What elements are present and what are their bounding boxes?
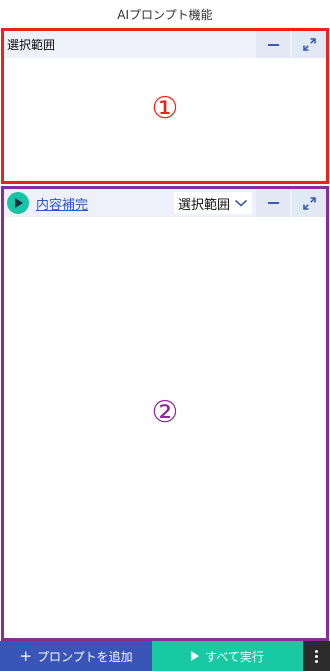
- minimize-button[interactable]: [256, 31, 290, 58]
- scope-select-value: 選択範囲: [177, 197, 230, 213]
- footer-bar: + プロンプトを追加 すべて実行: [0, 641, 330, 671]
- vertical-dots-icon: [315, 649, 318, 653]
- play-icon: [15, 198, 23, 208]
- play-icon: [191, 651, 200, 661]
- expand-arrows-icon: [302, 38, 316, 51]
- add-prompt-label: プロンプトを追加: [36, 649, 133, 664]
- run-prompt-button[interactable]: [7, 192, 29, 214]
- prompt-name-link[interactable]: 内容補完: [36, 194, 88, 213]
- prompt-panel-header: 内容補完 選択範囲: [4, 189, 326, 217]
- selection-panel-header: 選択範囲: [4, 31, 326, 58]
- minus-icon: [267, 202, 279, 204]
- plus-icon: +: [19, 646, 32, 665]
- panel-marker-1: ①: [151, 91, 179, 126]
- run-all-button[interactable]: すべて実行: [152, 641, 303, 671]
- selection-panel: 選択範囲 ①: [1, 28, 329, 184]
- expand-arrows-icon: [302, 196, 316, 210]
- chevron-down-icon: [234, 199, 248, 207]
- panel-marker-2: ②: [151, 395, 179, 430]
- scope-select[interactable]: 選択範囲: [173, 192, 252, 214]
- more-options-button[interactable]: [303, 641, 330, 671]
- run-all-label: すべて実行: [205, 649, 264, 664]
- expand-button[interactable]: [292, 189, 326, 217]
- prompt-panel: 内容補完 選択範囲 ②: [1, 186, 329, 641]
- selection-panel-label: 選択範囲: [7, 38, 56, 52]
- minimize-button[interactable]: [256, 189, 290, 217]
- expand-button[interactable]: [292, 31, 326, 58]
- add-prompt-button[interactable]: + プロンプトを追加: [0, 641, 152, 671]
- window-title: AIプロンプト機能: [0, 0, 330, 28]
- minus-icon: [267, 43, 279, 46]
